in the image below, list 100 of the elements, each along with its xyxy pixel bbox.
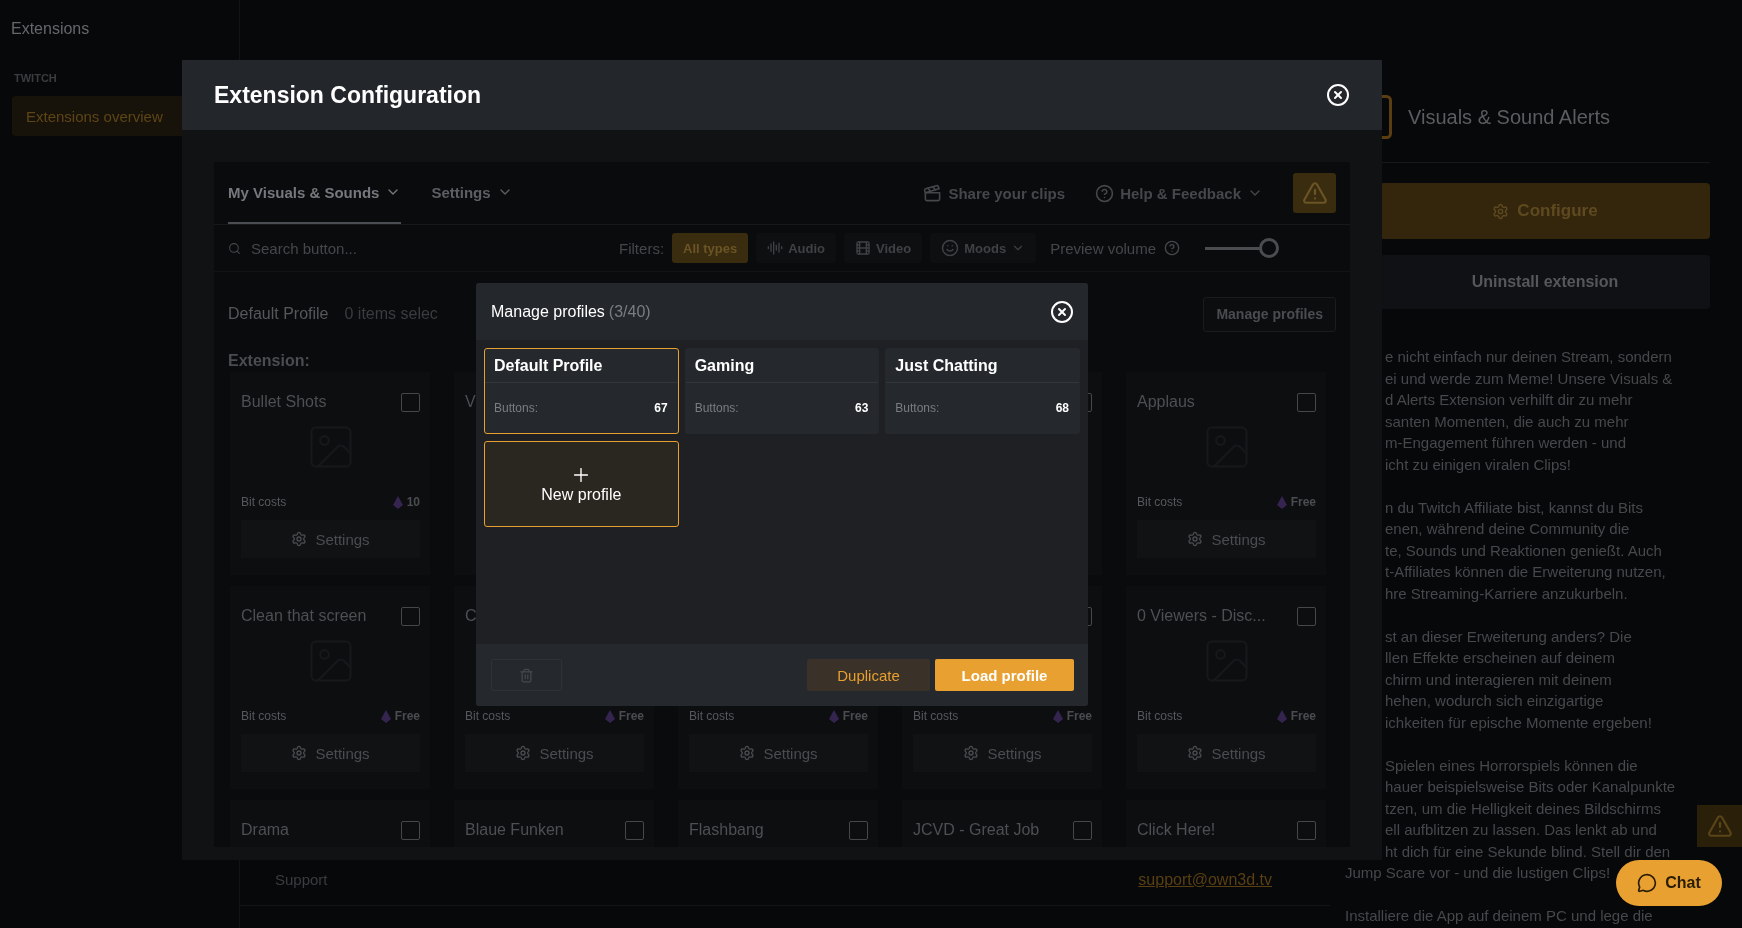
description-line: Installiere die App auf deinem PC und lege die [1345,906,1653,926]
settings-button[interactable]: Settings [913,734,1092,772]
help-menu[interactable]: Help & Feedback [1095,162,1263,224]
bit-costs-label: Bit costs [241,709,287,723]
bits-icon [1052,709,1063,723]
description-line: icht zu einigen viralen Clips! [1384,454,1571,475]
description-line: tzen, um die Helligkeit deines Bildschirms [1384,798,1661,819]
description-line: ht dich für eine Sekunde blind. Stell dir den [1384,841,1671,862]
dialog-title: Manage profiles [491,302,605,320]
checkbox[interactable] [1297,392,1316,412]
description-line: santen Momenten, die auch zu mehr [1384,411,1629,432]
settings-button[interactable]: Settings [465,734,644,772]
description-line: hre Streaming-Karriere anzukurbeln. [1384,583,1628,604]
extension-title: Visuals & Sound Alerts [1408,105,1610,130]
checkbox[interactable] [401,606,420,626]
card-title: Bullet Shots [241,393,327,411]
profile-card[interactable]: Default Profile Buttons: 67 [484,348,679,434]
volume-label: Preview volume [1050,239,1156,257]
search-icon [228,241,241,255]
cost-value: Free [1052,709,1092,723]
settings-button[interactable]: Settings [1137,520,1316,558]
settings-button[interactable]: Settings [689,734,868,772]
checkbox[interactable] [1297,606,1316,626]
filters-label: Filters: [619,239,665,257]
card-title: JCVD - Great Job [913,821,1040,839]
description-line: te, Sounds und Reaktionen genießt. Auch [1384,540,1662,561]
card-title: C [465,607,477,625]
profile-card[interactable]: Just Chatting Buttons: 68 [885,348,1080,434]
settings-icon [739,745,756,761]
warning-button[interactable] [1293,173,1336,213]
delete-button[interactable] [491,659,562,691]
card-title: 0 Viewers - Disc... [1137,607,1266,625]
description-line: hehen, wodurch sich einzigartige [1384,691,1604,711]
clapperboard-icon [923,183,943,203]
support-email-link[interactable]: support@own3d.tv [1138,870,1272,889]
description-line: m-Engagement führen werden - und [1384,433,1626,453]
warning-icon [1301,180,1328,206]
profile-name: Default Profile [228,305,329,323]
trash-icon [519,667,534,683]
checkbox[interactable] [1073,820,1092,840]
help-icon[interactable] [1164,240,1180,256]
tab[interactable]: Settings [431,162,513,224]
checkbox[interactable] [401,392,420,412]
new-profile-button[interactable]: New profile [484,441,679,527]
cost-value: Free [380,709,420,723]
checkbox[interactable] [849,820,868,840]
bit-costs-label: Bit costs [241,495,287,509]
load-profile-button[interactable]: Load profile [935,659,1074,691]
settings-icon [291,531,308,547]
profile-name: Gaming [685,349,879,383]
close-icon[interactable] [1326,83,1350,107]
card-title: Flashbang [689,821,764,839]
checkbox[interactable] [625,820,644,840]
profile-name: Default Profile [485,349,678,383]
description-line: Jump Scare vor - und die lustigen Clips! [1345,863,1611,883]
settings-icon [1187,745,1204,761]
settings-icon [291,745,308,761]
description-line: hauer beispielsweise Bits oder Kanalpunkte [1384,777,1676,797]
card-title: V [465,393,476,411]
checkbox[interactable] [401,820,420,840]
audio-icon [767,240,784,256]
share-clips-link[interactable]: Share your clips [923,162,1066,224]
close-icon[interactable] [1050,299,1074,324]
slider-thumb[interactable] [1258,238,1279,258]
buttons-count: 63 [854,401,869,415]
cost-value: Free [1276,495,1316,509]
card-title: Drama [241,821,289,839]
warning-button[interactable] [1697,805,1742,847]
card-title: Applaus [1137,393,1195,411]
chat-button[interactable]: Chat [1616,860,1722,906]
bits-icon [1276,709,1287,723]
settings-button[interactable]: Settings [1137,734,1316,772]
checkbox[interactable] [1297,820,1316,840]
cost-value: 10 [392,495,420,509]
search-field[interactable]: Search button... [249,238,499,258]
settings-icon [515,745,532,761]
settings-icon [963,745,980,761]
card-title: Blaue Funken [465,821,564,839]
description-line: llen Effekte erscheinen auf deinem [1384,648,1615,668]
bits-icon [392,495,403,509]
bit-costs-label: Bit costs [1137,495,1183,509]
settings-button[interactable]: Settings [241,520,420,558]
description-line: st an dieser Erweiterung anders? Die [1384,626,1632,647]
bits-icon [380,709,391,723]
help-icon [1095,183,1115,203]
buttons-count: 68 [1055,401,1069,415]
description-line: ell aufblitzen zu lassen. Das lenkt ab und [1384,820,1657,840]
profile-name: Just Chatting [886,349,1079,383]
smile-icon [941,239,960,257]
settings-button[interactable]: Settings [241,734,420,772]
buttons-count: 67 [654,401,668,415]
settings-icon [1187,531,1204,547]
tab[interactable]: My Visuals & Sounds [228,162,402,224]
chat-icon [1637,873,1658,893]
warning-icon [1706,813,1733,839]
manage-profiles-button[interactable]: Manage profiles [1203,296,1336,332]
uninstall-button[interactable]: Uninstall extension [1380,255,1710,309]
profile-card[interactable]: Gaming Buttons: 63 [684,348,880,434]
profile-count: (3/40) [608,302,651,320]
duplicate-button[interactable]: Duplicate [807,659,930,691]
